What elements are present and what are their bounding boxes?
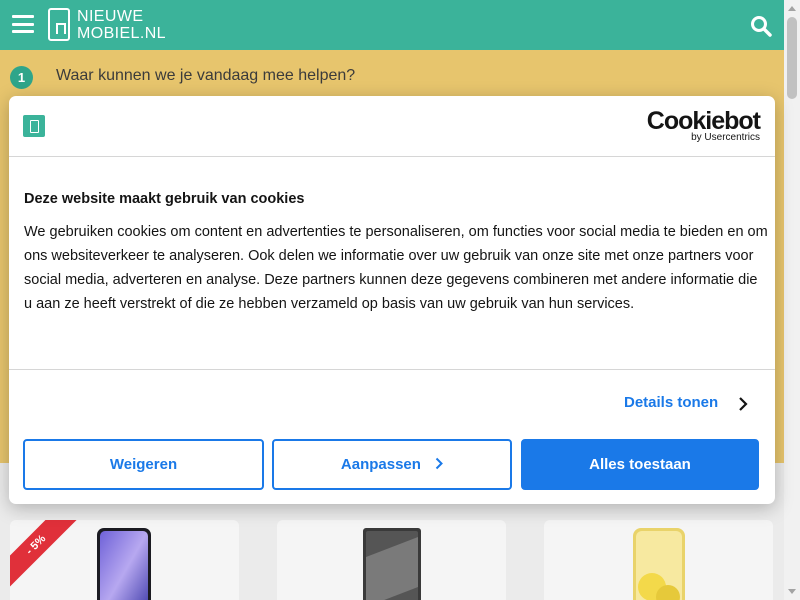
step-number-badge: 1 [10,66,33,89]
chevron-right-icon[interactable] [738,396,749,412]
cookie-consent-dialog: Cookiebot by Usercentrics Deze website m… [9,96,775,504]
search-icon[interactable] [750,15,772,37]
site-logo[interactable]: NIEUWE MOBIEL.NL [77,8,166,42]
customize-button[interactable]: Aanpassen [272,439,512,490]
cookiebot-logo[interactable]: Cookiebot by Usercentrics [646,107,761,143]
decline-button-label: Weigeren [109,456,178,473]
phone-logo-icon[interactable] [48,8,70,41]
details-toggle-link[interactable]: Details tonen [624,394,718,411]
product-card[interactable] [544,520,773,600]
accept-all-button[interactable]: Alles toestaan [521,439,759,490]
cookiebot-brand: Cookiebot [646,107,761,135]
discount-badge: - 5% [10,520,80,589]
phone-image [363,528,421,600]
page-scrollbar[interactable] [784,0,800,600]
product-card[interactable] [277,520,506,600]
step-question: Waar kunnen we je vandaag mee helpen? [56,67,356,84]
phone-image [97,528,151,600]
dialog-divider [9,156,775,157]
hamburger-menu-icon[interactable] [12,15,34,33]
logo-line-1: NIEUWE [77,8,144,25]
dialog-divider [9,369,775,370]
customize-button-label: Aanpassen [340,456,421,473]
chevron-right-icon [435,457,444,470]
cookie-dialog-title: Deze website maakt gebruik van cookies [24,191,305,207]
logo-line-2: MOBIEL.NL [77,25,166,42]
decline-button[interactable]: Weigeren [23,439,264,490]
accept-all-button-label: Alles toestaan [589,456,691,473]
scrollbar-thumb[interactable] [787,17,797,99]
cookie-dialog-body: We gebruiken cookies om content en adver… [24,224,768,312]
scroll-up-arrow-icon[interactable] [788,6,796,11]
scroll-down-arrow-icon[interactable] [788,589,796,594]
phone-image [633,528,685,600]
product-card[interactable]: - 5% [10,520,239,600]
top-bar: NIEUWE MOBIEL.NL [0,0,784,50]
site-logo-icon [23,115,45,137]
